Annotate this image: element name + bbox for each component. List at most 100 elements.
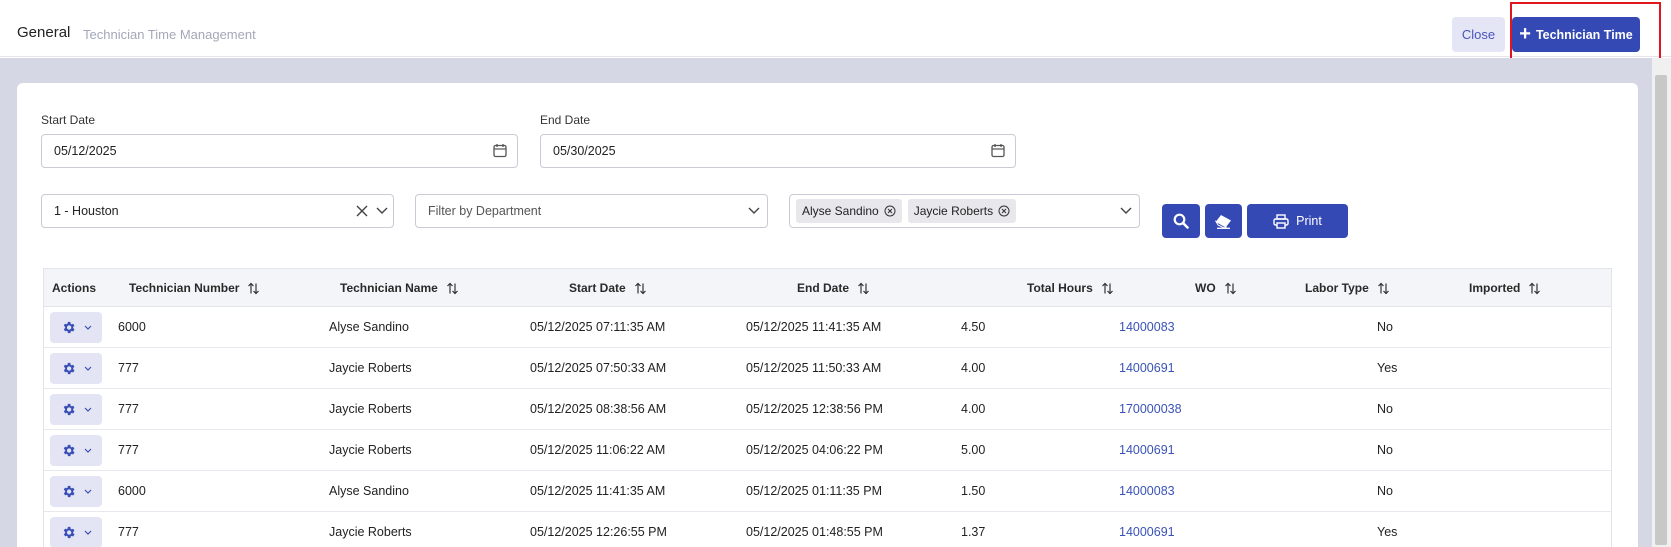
eraser-icon xyxy=(1215,214,1231,229)
sort-icon[interactable] xyxy=(1101,282,1114,295)
cell-imported: Yes xyxy=(1377,525,1398,539)
calendar-icon[interactable] xyxy=(991,143,1005,158)
sort-icon[interactable] xyxy=(446,282,459,295)
chevron-down-icon xyxy=(84,489,91,494)
cell-imported: No xyxy=(1377,320,1393,334)
calendar-icon[interactable] xyxy=(493,143,507,158)
cell-technician-name: Jaycie Roberts xyxy=(329,361,412,375)
row-actions-button[interactable] xyxy=(50,435,102,466)
cell-wo-link[interactable]: 14000083 xyxy=(1119,320,1175,334)
remove-chip-icon[interactable] xyxy=(998,205,1010,217)
close-button[interactable]: Close xyxy=(1452,17,1505,52)
chevron-down-icon xyxy=(84,325,91,330)
cell-wo-link[interactable]: 14000083 xyxy=(1119,484,1175,498)
column-header-wo[interactable]: WO xyxy=(1195,281,1237,295)
print-button[interactable]: Print xyxy=(1247,204,1348,238)
breadcrumb-title: General xyxy=(17,24,71,41)
cell-imported: No xyxy=(1377,443,1393,457)
chevron-down-icon xyxy=(84,366,91,371)
end-date-input[interactable]: 05/30/2025 xyxy=(540,134,1016,168)
cell-total-hours: 4.00 xyxy=(961,402,986,416)
start-date-label: Start Date xyxy=(41,113,96,127)
close-icon[interactable] xyxy=(356,205,368,217)
chevron-down-icon xyxy=(84,530,91,535)
table-row: 6000 Alyse Sandino 05/12/2025 11:41:35 A… xyxy=(44,471,1611,512)
cell-end-date: 05/12/2025 01:11:35 PM xyxy=(746,484,882,498)
cell-technician-number: 777 xyxy=(118,525,139,539)
end-date-value: 05/30/2025 xyxy=(553,144,616,158)
technician-time-table: Actions Technician Number Technician Nam… xyxy=(43,268,1612,547)
column-header-end-date[interactable]: End Date xyxy=(797,281,870,295)
add-technician-time-button[interactable]: + Technician Time xyxy=(1512,17,1640,52)
cell-technician-name: Jaycie Roberts xyxy=(329,443,412,457)
printer-icon xyxy=(1273,213,1289,229)
cell-total-hours: 1.50 xyxy=(961,484,986,498)
chevron-down-icon[interactable] xyxy=(748,207,760,215)
table-row: 777 Jaycie Roberts 05/12/2025 07:50:33 A… xyxy=(44,348,1611,389)
location-select[interactable]: 1 - Houston xyxy=(41,194,394,228)
table-row: 777 Jaycie Roberts 05/12/2025 08:38:56 A… xyxy=(44,389,1611,430)
column-header-start-date[interactable]: Start Date xyxy=(569,281,647,295)
row-actions-button[interactable] xyxy=(50,353,102,384)
cell-start-date: 05/12/2025 11:41:35 AM xyxy=(530,484,666,498)
cell-technician-number: 6000 xyxy=(118,320,146,334)
cell-start-date: 05/12/2025 07:11:35 AM xyxy=(530,320,666,334)
column-header-total-hours[interactable]: Total Hours xyxy=(1027,281,1114,295)
top-bar: General Technician Time Management Close… xyxy=(0,0,1671,57)
cell-wo-link[interactable]: 14000691 xyxy=(1119,361,1175,375)
row-actions-button[interactable] xyxy=(50,312,102,343)
cell-imported: No xyxy=(1377,484,1393,498)
technician-chip-label: Alyse Sandino xyxy=(802,204,879,218)
technician-chip: Alyse Sandino xyxy=(796,199,902,223)
column-header-technician-name[interactable]: Technician Name xyxy=(340,281,459,295)
sort-icon[interactable] xyxy=(1377,282,1390,295)
cell-start-date: 05/12/2025 11:06:22 AM xyxy=(530,443,666,457)
clear-filters-button[interactable] xyxy=(1205,204,1242,238)
sort-icon[interactable] xyxy=(857,282,870,295)
cell-start-date: 05/12/2025 08:38:56 AM xyxy=(530,402,667,416)
table-row: 777 Jaycie Roberts 05/12/2025 11:06:22 A… xyxy=(44,430,1611,471)
department-select[interactable]: Filter by Department xyxy=(415,194,768,228)
scrollbar-thumb[interactable] xyxy=(1655,75,1667,545)
location-value: 1 - Houston xyxy=(54,204,119,218)
cell-wo-link[interactable]: 14000691 xyxy=(1119,525,1175,539)
cell-technician-name: Jaycie Roberts xyxy=(329,525,412,539)
sort-icon[interactable] xyxy=(1528,282,1541,295)
column-header-technician-number[interactable]: Technician Number xyxy=(129,281,260,295)
cell-end-date: 05/12/2025 11:50:33 AM xyxy=(746,361,882,375)
technician-multiselect[interactable]: Alyse Sandino Jaycie Roberts xyxy=(789,194,1140,228)
cell-end-date: 05/12/2025 11:41:35 AM xyxy=(746,320,882,334)
technician-chip: Jaycie Roberts xyxy=(907,199,1017,223)
sort-icon[interactable] xyxy=(1224,282,1237,295)
cell-wo-link[interactable]: 170000038 xyxy=(1119,402,1182,416)
row-actions-button[interactable] xyxy=(50,517,102,547)
gear-icon xyxy=(63,321,74,334)
cell-technician-name: Alyse Sandino xyxy=(329,484,409,498)
table-header: Actions Technician Number Technician Nam… xyxy=(44,269,1611,307)
cell-total-hours: 5.00 xyxy=(961,443,986,457)
row-actions-button[interactable] xyxy=(50,394,102,425)
cell-technician-number: 6000 xyxy=(118,484,146,498)
sort-icon[interactable] xyxy=(247,282,260,295)
column-header-labor-type[interactable]: Labor Type xyxy=(1305,281,1390,295)
start-date-input[interactable]: 05/12/2025 xyxy=(41,134,518,168)
chevron-down-icon xyxy=(84,448,91,453)
table-row: 777 Jaycie Roberts 05/12/2025 12:26:55 P… xyxy=(44,512,1611,547)
cell-end-date: 05/12/2025 04:06:22 PM xyxy=(746,443,883,457)
cell-end-date: 05/12/2025 12:38:56 PM xyxy=(746,402,883,416)
plus-icon: + xyxy=(1519,22,1531,45)
remove-chip-icon[interactable] xyxy=(884,205,896,217)
row-actions-button[interactable] xyxy=(50,476,102,507)
chevron-down-icon[interactable] xyxy=(376,207,388,215)
cell-technician-name: Jaycie Roberts xyxy=(329,402,412,416)
cell-imported: No xyxy=(1377,402,1393,416)
start-date-value: 05/12/2025 xyxy=(54,144,117,158)
chevron-down-icon[interactable] xyxy=(1120,207,1132,215)
cell-end-date: 05/12/2025 01:48:55 PM xyxy=(746,525,883,539)
technician-chip-label: Jaycie Roberts xyxy=(913,204,994,218)
search-button[interactable] xyxy=(1162,204,1200,238)
cell-wo-link[interactable]: 14000691 xyxy=(1119,443,1175,457)
sort-icon[interactable] xyxy=(634,282,647,295)
column-header-imported[interactable]: Imported xyxy=(1469,281,1541,295)
chevron-down-icon xyxy=(84,407,91,412)
